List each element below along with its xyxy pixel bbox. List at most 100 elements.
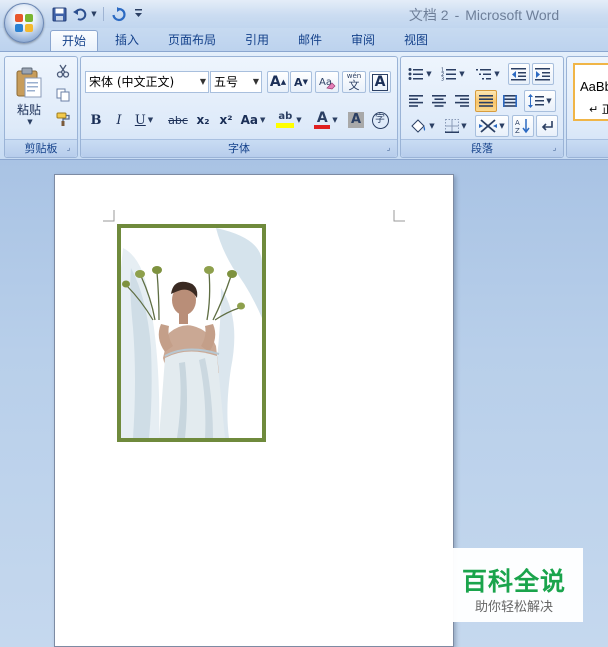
multilevel-dropdown-arrow: ▼ [494,70,500,78]
style-preview-sub: ↵ 正 [589,103,608,116]
justify-button[interactable] [475,90,497,112]
svg-text:Z: Z [515,127,520,134]
distributed-button[interactable] [499,90,521,112]
character-border-label: A [371,73,389,91]
show-formatting-marks-button[interactable] [536,115,558,137]
document-name: 文档 2 [408,7,449,23]
paragraph-group-label: 段落 [401,139,563,157]
document-page[interactable] [54,174,454,647]
ribbon-tab-bar: 开始 插入 页面布局 引用 邮件 审阅 视图 [0,28,608,52]
justify-icon [479,95,493,107]
borders-button[interactable]: ▼ [441,115,471,137]
strikethrough-button[interactable]: abc [165,109,191,131]
format-painter-button[interactable] [52,108,74,130]
underline-label: U [134,112,146,128]
superscript-button[interactable]: x² [215,109,237,131]
increase-indent-button[interactable] [532,63,554,85]
clipboard-dialog-launcher-icon[interactable]: ⌟ [63,143,74,154]
highlight-button[interactable]: ab ▼ [271,109,307,131]
numbering-dropdown-arrow: ▼ [459,70,465,78]
underline-button[interactable]: U ▼ [131,109,157,131]
tab-mailings[interactable]: 邮件 [287,30,333,52]
align-right-button[interactable] [451,90,473,112]
multilevel-list-button[interactable]: ▼ [471,63,505,85]
office-button[interactable] [4,3,44,43]
bold-button[interactable]: B [85,109,107,131]
character-shading-label: A [347,112,365,128]
inserted-picture[interactable] [117,224,266,442]
phonetic-guide-button[interactable]: wén 文 [342,71,366,93]
tab-review[interactable]: 审阅 [340,30,386,52]
copy-icon [56,88,70,102]
font-color-bar [314,125,331,129]
line-spacing-button[interactable]: ▼ [524,90,556,112]
bullets-icon [408,68,424,80]
align-center-icon [432,95,446,107]
paragraph-label: 段落 [471,142,493,155]
italic-button[interactable]: I [108,109,130,131]
align-right-icon [455,95,469,107]
paste-icon [16,67,42,97]
decrease-indent-button[interactable] [508,63,530,85]
bullets-button[interactable]: ▼ [405,63,435,85]
font-color-label: A [316,110,328,126]
font-name-dropdown-arrow: ▼ [199,77,206,86]
sort-button[interactable]: A Z [512,115,534,137]
watermark-logo: 百科全说 助你轻松解决 [445,548,583,622]
cut-button[interactable] [52,60,74,82]
paragraph-dialog-launcher-icon[interactable]: ⌟ [549,143,560,154]
font-size-combo[interactable]: 五号 ▼ [210,71,262,93]
decrease-indent-icon [511,68,526,81]
align-left-button[interactable] [405,90,427,112]
chinese-layout-button[interactable]: ▼ [475,115,509,137]
style-gallery-normal[interactable]: AaBb ↵ 正 [573,63,608,121]
font-group-label: 字体 [81,139,397,157]
font-color-button[interactable]: A ▼ [309,109,343,131]
enclose-characters-button[interactable]: 字 [369,109,391,131]
increase-indent-icon [535,68,550,81]
grow-font-arrow-icon: ▲ [280,78,287,86]
shading-dropdown-arrow: ▼ [429,122,435,130]
shrink-font-label: A [294,75,303,89]
watermark-title: 百科全说 [461,567,566,596]
underline-dropdown-arrow: ▼ [147,116,154,124]
shrink-font-button[interactable]: A ▼ [290,71,312,93]
tab-insert[interactable]: 插入 [104,30,150,52]
copy-button[interactable] [52,84,74,106]
ribbon: 粘贴 ▼ 剪贴板 ⌟ 宋体 (中文正文) ▼ 五号 ▼ A ▲ A ▼ Aa w… [0,51,608,160]
shading-button[interactable]: ▼ [405,115,439,137]
line-spacing-icon [528,94,545,108]
change-case-button[interactable]: Aa ▼ [238,109,268,131]
font-color-icon: A [314,110,331,129]
svg-text:3: 3 [441,77,444,82]
distributed-icon [503,95,517,107]
numbering-icon: 1 2 3 [441,68,457,82]
window-title: 文档 2- Microsoft Word [0,5,608,25]
tab-page-layout[interactable]: 页面布局 [157,30,227,52]
title-separator: - [454,7,460,23]
align-center-button[interactable] [428,90,450,112]
tab-view[interactable]: 视图 [393,30,439,52]
subscript-button[interactable]: x₂ [192,109,214,131]
clipboard-group: 粘贴 ▼ 剪贴板 ⌟ [4,56,78,158]
font-group: 宋体 (中文正文) ▼ 五号 ▼ A▲ A▼ Aa wén 文 A B I [80,56,398,158]
font-dialog-launcher-icon[interactable]: ⌟ [383,143,394,154]
tab-home[interactable]: 开始 [50,30,99,52]
sort-icon: A Z [515,119,530,134]
numbering-button[interactable]: 1 2 3 ▼ [437,63,469,85]
paste-dropdown-arrow: ▼ [27,117,33,126]
shrink-font-arrow-icon: ▼ [302,78,308,86]
format-painter-icon [56,112,70,126]
paragraph-group: ▼ 1 2 3 ▼ ▼ ▼ ▼ ▼ ▼ A Z 段落 ⌟ [400,56,564,158]
paste-button[interactable]: 粘贴 ▼ [9,60,49,132]
styles-group-label [567,139,608,157]
font-name-combo[interactable]: 宋体 (中文正文) ▼ [85,71,209,93]
office-logo-icon [15,14,34,33]
clear-formatting-button[interactable]: Aa [315,71,339,93]
character-border-button[interactable]: A [369,71,391,93]
tab-references[interactable]: 引用 [234,30,280,52]
grow-font-button[interactable]: A ▲ [267,71,289,93]
character-shading-button[interactable]: A [345,109,367,131]
margin-corner-mark-left [103,210,115,222]
woman-with-flowers-image [121,228,262,438]
